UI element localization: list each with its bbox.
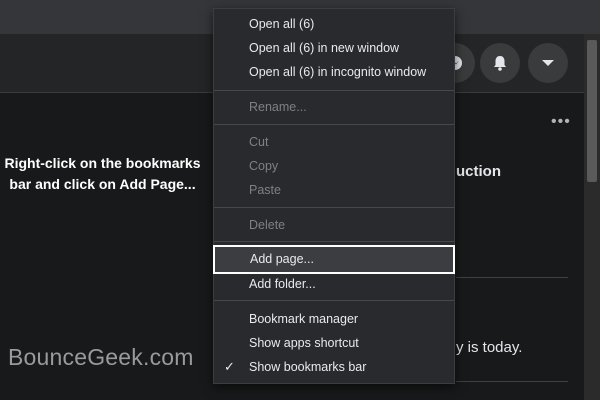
menu-item-bookmark-manager[interactable]: Bookmark manager [214, 307, 454, 331]
instruction-caption: Right-click on the bookmarks bar and cli… [4, 155, 201, 192]
account-menu-caret-icon [542, 60, 554, 66]
more-options-icon[interactable]: ••• [551, 113, 571, 131]
menu-separator [214, 124, 454, 125]
menu-item-copy[interactable]: Copy [214, 154, 454, 178]
checkmark-icon: ✓ [224, 359, 235, 374]
menu-item-open-all-incognito[interactable]: Open all (6) in incognito window [214, 60, 454, 84]
account-menu-button[interactable] [528, 43, 568, 83]
menu-separator [214, 207, 454, 208]
menu-item-cut[interactable]: Cut [214, 130, 454, 154]
menu-item-show-apps-shortcut[interactable]: Show apps shortcut [214, 331, 454, 355]
content-divider [456, 277, 568, 278]
post-title-fragment: uction [456, 163, 501, 180]
menu-separator [214, 241, 454, 242]
menu-item-delete[interactable]: Delete [214, 213, 454, 237]
site-watermark: BounceGeek.com [8, 344, 194, 370]
menu-item-open-all[interactable]: Open all (6) [214, 12, 454, 36]
menu-item-open-all-new-window[interactable]: Open all (6) in new window [214, 36, 454, 60]
content-divider [456, 381, 568, 382]
menu-item-label: Show bookmarks bar [249, 360, 367, 374]
notifications-button[interactable] [480, 43, 520, 83]
post-text-fragment: y is today. [456, 339, 523, 356]
menu-item-paste[interactable]: Paste [214, 178, 454, 202]
menu-separator [214, 90, 454, 91]
menu-item-show-bookmarks-bar[interactable]: ✓ Show bookmarks bar [214, 355, 454, 379]
scrollbar-thumb[interactable] [587, 40, 597, 182]
notifications-bell-icon [494, 56, 506, 71]
menu-item-add-folder[interactable]: Add folder... [214, 272, 454, 296]
bookmarks-context-menu: Open all (6) Open all (6) in new window … [213, 8, 455, 384]
menu-item-add-page[interactable]: Add page... [213, 245, 455, 274]
menu-item-rename[interactable]: Rename... [214, 95, 454, 119]
menu-separator [214, 300, 454, 301]
